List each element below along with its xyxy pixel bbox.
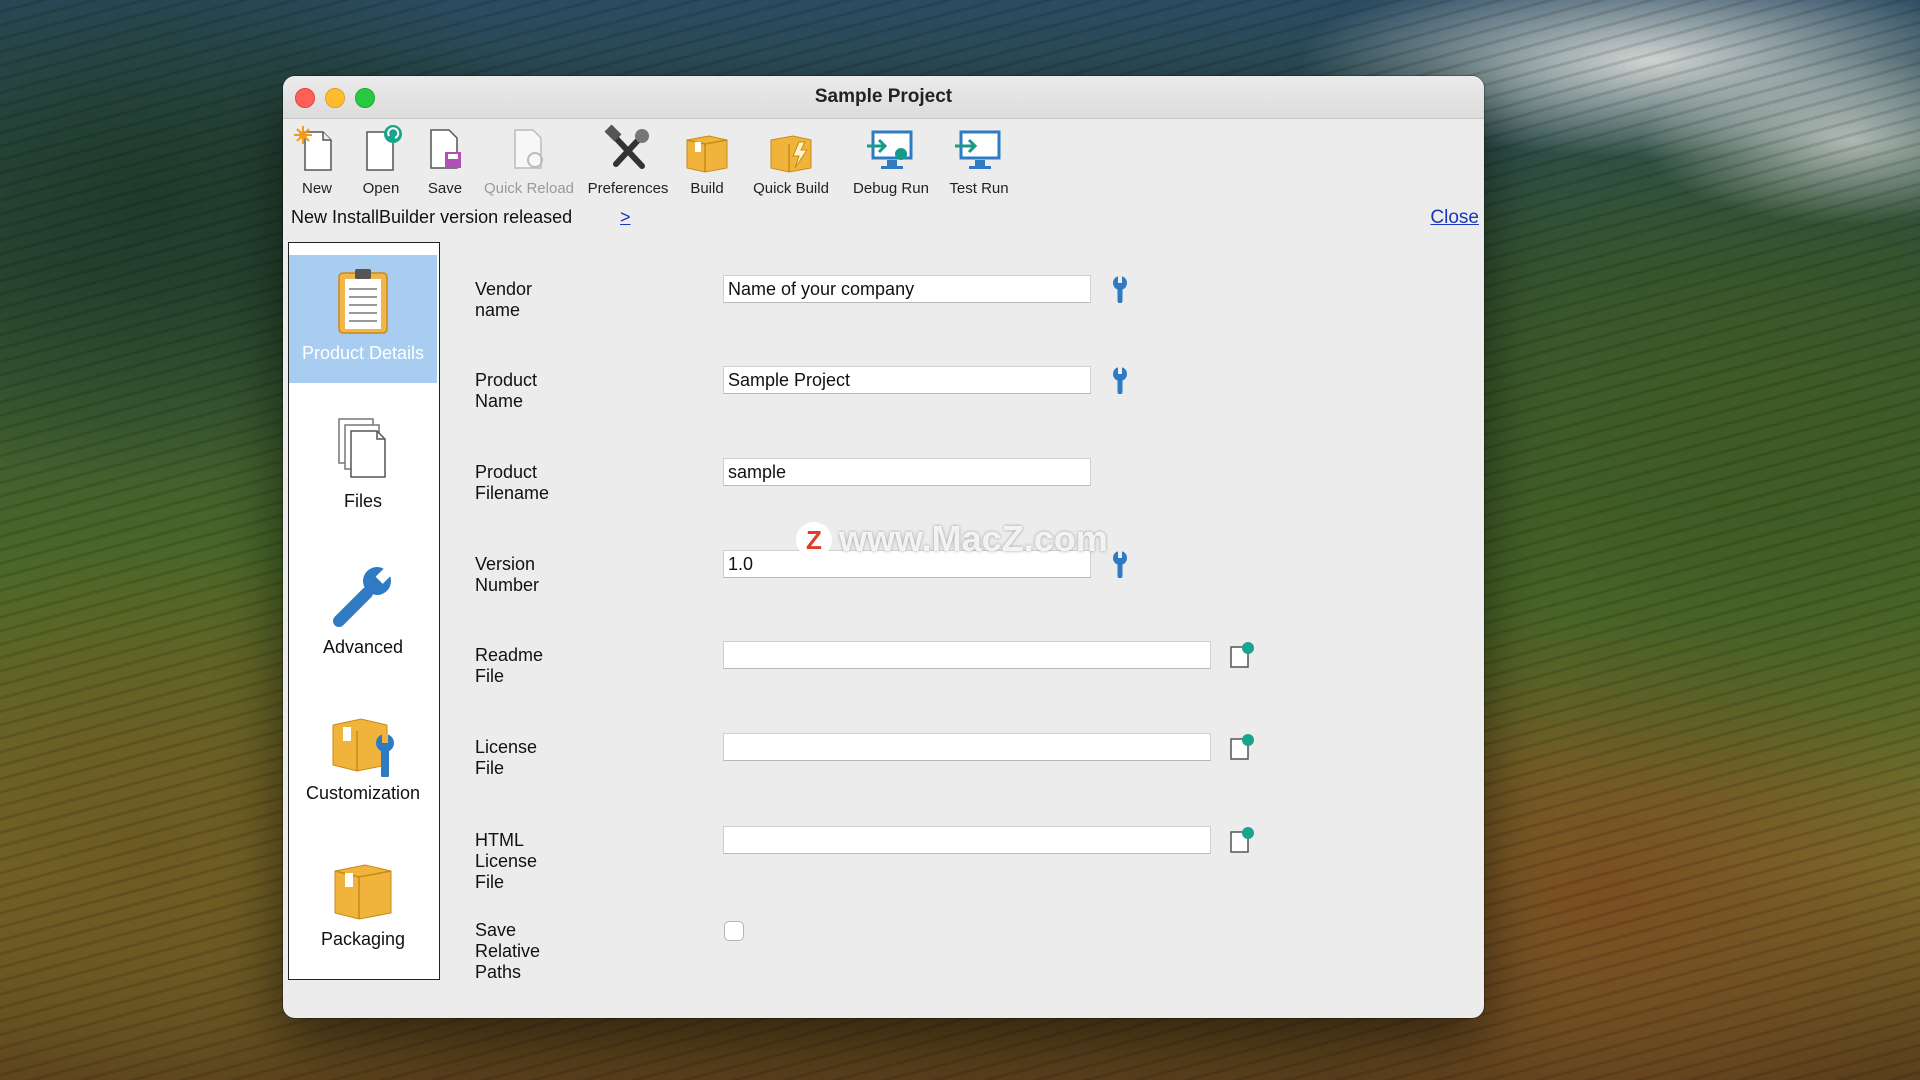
quick-build-icon <box>770 135 812 173</box>
wrench-icon[interactable] <box>1109 366 1131 394</box>
browse-file-icon[interactable] <box>1228 641 1254 669</box>
preferences-button[interactable]: Preferences <box>583 124 673 197</box>
tool-label: Quick Reload <box>483 180 575 197</box>
new-file-icon <box>294 126 332 171</box>
browse-file-icon[interactable] <box>1228 826 1254 854</box>
sidebar-item-label: Packaging <box>320 929 406 949</box>
version-number-label: Version Number <box>475 554 540 595</box>
sidebar-item-files[interactable]: Files <box>289 403 437 531</box>
tool-label: Debug Run <box>853 180 929 197</box>
title-bar: Sample Project <box>283 76 1484 119</box>
tool-label: New <box>301 180 332 197</box>
tool-label: Preferences <box>587 180 669 197</box>
watermark-badge: Z <box>796 522 832 558</box>
clipboard-icon <box>338 269 388 334</box>
license-file-label: License File <box>475 737 538 778</box>
readme-file-label: Readme File <box>475 645 544 686</box>
tool-label: Test Run <box>949 180 1009 197</box>
open-button[interactable]: Open <box>351 124 411 197</box>
product-filename-input[interactable] <box>723 458 1091 486</box>
save-relative-paths-label: Save Relative Paths <box>475 920 541 982</box>
update-notice-link[interactable]: > <box>620 207 631 228</box>
license-file-input[interactable] <box>723 733 1211 761</box>
sidebar-item-product-details[interactable]: Product Details <box>289 255 437 383</box>
product-filename-label: Product Filename <box>475 462 550 503</box>
files-icon <box>338 418 386 478</box>
quick-build-button[interactable]: Quick Build <box>741 124 841 197</box>
build-button[interactable]: Build <box>677 124 737 197</box>
toolbar: New Open Save Quick Reload Preferences B… <box>283 124 1484 274</box>
sidebar-item-label: Advanced <box>322 637 404 657</box>
save-relative-paths-checkbox[interactable] <box>724 921 744 941</box>
new-button[interactable]: New <box>287 124 347 197</box>
tools-icon <box>604 124 649 169</box>
notice-close-link[interactable]: Close <box>1430 207 1479 229</box>
vendor-name-label: Vendor name <box>475 279 533 320</box>
wrench-icon[interactable] <box>1109 275 1131 303</box>
monitor-icon <box>955 130 1001 169</box>
reload-icon <box>514 129 543 169</box>
wrench-icon <box>333 565 394 627</box>
box-wrench-icon <box>332 718 394 777</box>
sidebar-item-label: Product Details <box>301 343 425 363</box>
sidebar-item-label: Files <box>343 491 382 511</box>
quick-reload-button[interactable]: Quick Reload <box>479 124 579 197</box>
watermark-text: www.MacZ.com <box>839 518 1108 559</box>
app-window: Sample Project New Open Save Quick Reloa… <box>283 76 1484 1018</box>
tool-label: Save <box>427 180 463 197</box>
readme-file-input[interactable] <box>723 641 1211 669</box>
sidebar: Product Details Files Advanced Customiza… <box>288 242 440 980</box>
product-name-label: Product Name <box>475 370 538 411</box>
package-icon <box>334 864 392 920</box>
debug-monitor-icon <box>867 130 913 169</box>
open-file-icon <box>366 125 402 171</box>
wrench-icon[interactable] <box>1109 550 1131 578</box>
vendor-name-input[interactable] <box>723 275 1091 303</box>
tool-label: Build <box>690 180 724 197</box>
box-icon <box>686 135 728 173</box>
debug-run-button[interactable]: Debug Run <box>845 124 937 197</box>
save-icon <box>430 129 461 169</box>
update-notice: New InstallBuilder version released <box>291 207 573 227</box>
tool-label: Open <box>362 180 400 197</box>
window-title: Sample Project <box>814 86 953 107</box>
html-license-file-label: HTML License File <box>475 830 538 892</box>
browse-file-icon[interactable] <box>1228 733 1254 761</box>
save-button[interactable]: Save <box>415 124 475 197</box>
sidebar-item-packaging[interactable]: Packaging <box>289 841 437 969</box>
tool-label: Quick Build <box>753 180 829 197</box>
sidebar-item-customization[interactable]: Customization <box>289 695 437 823</box>
html-license-file-input[interactable] <box>723 826 1211 854</box>
sidebar-item-advanced[interactable]: Advanced <box>289 549 437 677</box>
test-run-button[interactable]: Test Run <box>941 124 1017 197</box>
sidebar-item-label: Customization <box>305 783 421 803</box>
product-name-input[interactable] <box>723 366 1091 394</box>
